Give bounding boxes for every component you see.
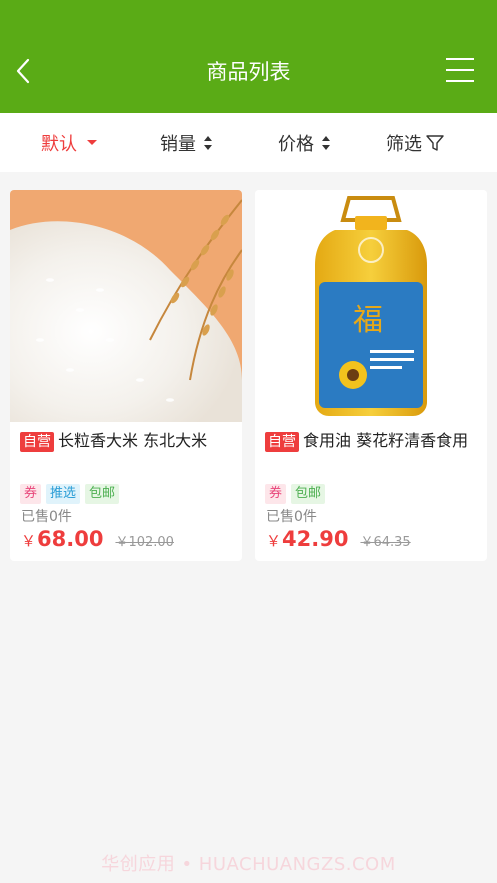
product-title: 自营 长粒香大米 东北大米 [20, 430, 235, 452]
menu-button[interactable] [440, 56, 480, 86]
rice-product-image [10, 190, 242, 422]
free-shipping-tag: 包邮 [291, 484, 326, 504]
app-header: 商品列表 [0, 0, 497, 113]
cooking-oil-product-image: 福 [255, 190, 487, 422]
sort-default-tab[interactable]: 默认 [41, 113, 97, 172]
sort-price-tab[interactable]: 价格 [278, 113, 332, 172]
sort-sales-tab[interactable]: 销量 [160, 113, 214, 172]
original-price: ￥64.35 [360, 535, 411, 550]
hamburger-menu-icon [446, 58, 474, 82]
sort-sales-label: 销量 [160, 133, 196, 155]
watermark: 华创应用 • HUACHUANGZS.COM [101, 854, 396, 875]
sort-price-label: 价格 [278, 133, 314, 155]
filter-tab[interactable]: 筛选 [386, 113, 444, 172]
product-card-rice[interactable]: 自营 长粒香大米 东北大米 券 推选 包邮 已售0件 ￥ 68.00 ￥102.0… [10, 190, 242, 561]
product-name: 食用油 葵花籽清香食用 [303, 431, 469, 450]
currency-symbol: ￥ [21, 532, 37, 550]
sort-filter-bar: 默认 销量 价格 筛选 [0, 113, 497, 172]
sale-price: 42.90 [282, 527, 349, 551]
page-title: 商品列表 [206, 60, 291, 84]
original-price: ￥102.00 [115, 535, 174, 550]
free-shipping-tag: 包邮 [85, 484, 120, 504]
product-name: 长粒香大米 东北大米 [58, 431, 208, 450]
sort-arrows-icon [322, 135, 332, 150]
self-operated-badge: 自营 [20, 432, 54, 452]
coupon-tag: 券 [265, 484, 287, 504]
product-tags: 券 推选 包邮 [20, 484, 124, 504]
self-operated-badge: 自营 [265, 432, 299, 452]
sold-count: 已售0件 [266, 509, 317, 525]
sale-price: 68.00 [37, 527, 104, 551]
svg-text:福: 福 [353, 303, 383, 338]
caret-down-icon [87, 140, 97, 145]
sort-arrows-icon [204, 135, 214, 150]
recommend-tag: 推选 [46, 484, 81, 504]
sold-count: 已售0件 [21, 509, 72, 525]
product-tags: 券 包邮 [265, 484, 330, 504]
product-card-oil[interactable]: 福 自营 食用油 葵花籽清香食用 券 包邮 已售0件 ￥ 42.90 ￥64.35 [255, 190, 487, 561]
currency-symbol: ￥ [266, 532, 282, 550]
sort-default-label: 默认 [41, 133, 77, 155]
funnel-icon [426, 134, 444, 151]
price-row: ￥ 42.90 ￥64.35 [266, 527, 411, 551]
price-row: ￥ 68.00 ￥102.00 [21, 527, 174, 551]
coupon-tag: 券 [20, 484, 42, 504]
filter-label: 筛选 [386, 133, 422, 155]
product-title: 自营 食用油 葵花籽清香食用 [265, 430, 480, 452]
